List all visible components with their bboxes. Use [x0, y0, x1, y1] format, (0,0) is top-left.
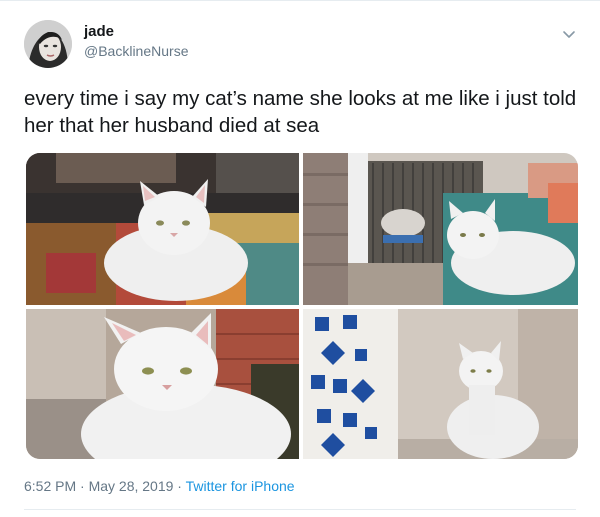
tweet-text: every time i say my cat’s name she looks…: [24, 87, 577, 137]
photo-2[interactable]: [303, 153, 578, 305]
media-grid: [26, 153, 578, 459]
divider: [24, 509, 576, 510]
cat-closeup-image: [26, 309, 299, 459]
tweet-card: jade @BacklineNurse every time i say my …: [0, 0, 600, 517]
author-handle[interactable]: @BacklineNurse: [84, 43, 188, 59]
photo-3[interactable]: [26, 309, 299, 459]
author-display-name[interactable]: jade: [84, 23, 114, 40]
photo-4[interactable]: [303, 309, 578, 459]
tweet-timestamp[interactable]: 6:52 PM · May 28, 2019 ·: [24, 478, 186, 494]
tweet-metadata: 6:52 PM · May 28, 2019 · Twitter for iPh…: [24, 478, 295, 494]
avatar-image: [24, 20, 72, 68]
cat-on-quilt-image: [26, 153, 299, 305]
chevron-down-icon[interactable]: [562, 27, 576, 41]
author-avatar[interactable]: [24, 20, 72, 68]
tweet-source-link[interactable]: Twitter for iPhone: [186, 478, 295, 494]
cat-by-cage-image: [303, 153, 578, 305]
cat-sitting-image: [303, 309, 578, 459]
photo-1[interactable]: [26, 153, 299, 305]
